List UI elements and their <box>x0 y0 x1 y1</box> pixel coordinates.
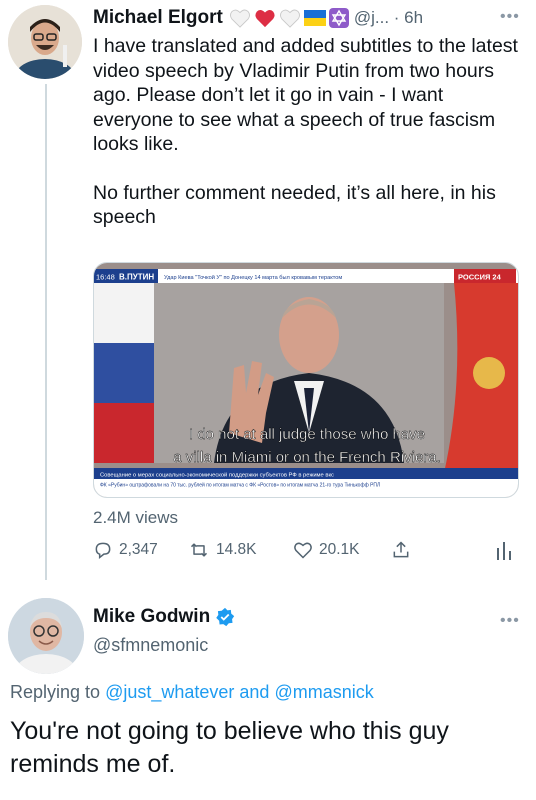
ticker-headline: Удар Киева "Точкой У" по Донецку 14 март… <box>164 274 342 281</box>
video-thumbnail[interactable]: 16:48 В.ПУТИН Удар Киева "Точкой У" по Д… <box>93 262 519 498</box>
retweet-button[interactable]: 14.8K <box>188 540 257 560</box>
more-options-icon[interactable]: ••• <box>500 612 520 630</box>
red-heart-icon <box>255 10 275 28</box>
name-emojis <box>229 8 349 28</box>
tweet-actions-bar: 2,347 14.8K 20.1K <box>93 540 519 562</box>
reply-button[interactable]: 2,347 <box>93 540 158 560</box>
tweet2-handle[interactable]: @sfmnemonic <box>93 635 208 656</box>
view-count: 2.4M views <box>93 508 179 527</box>
replying-prefix: Replying to <box>10 682 101 702</box>
white-heart-icon <box>279 9 300 28</box>
white-heart-icon <box>229 9 250 28</box>
channel-logo: РОССИЯ 24 <box>458 273 502 282</box>
heart-icon <box>294 542 312 559</box>
analytics-icon <box>497 542 511 560</box>
like-button[interactable]: 20.1K <box>293 540 360 560</box>
more-options-icon[interactable]: ••• <box>500 8 520 26</box>
handle-and-time[interactable]: @j... · 6h <box>354 8 423 28</box>
ukraine-flag-icon <box>303 10 326 26</box>
analytics-button[interactable] <box>495 540 513 560</box>
star-of-david-icon <box>328 8 349 28</box>
tweet1-body: I have translated and added subtitles to… <box>93 34 525 254</box>
subtitle-line: I do not at all judge those who have <box>189 426 425 443</box>
replying-to-line: Replying to @just_whatever and @mmasnick <box>10 682 374 703</box>
tweet2-author: Mike Godwin <box>93 606 235 628</box>
tweet1-paragraph: No further comment needed, it’s all here… <box>93 181 496 229</box>
lower-bar-text: Совещание о мерах социально-экономическо… <box>100 472 334 479</box>
reply-count: 2,347 <box>119 541 158 558</box>
tweet1-paragraph: I have translated and added subtitles to… <box>93 35 518 155</box>
retweet-count: 14.8K <box>216 541 257 558</box>
replying-to-links[interactable]: @just_whatever and @mmasnick <box>105 682 374 702</box>
tweet1-header: Michael Elgort @j... · 6h <box>93 6 423 30</box>
ticker-name: В.ПУТИН <box>119 273 154 282</box>
author-name[interactable]: Michael Elgort <box>93 7 223 29</box>
ticker-time: 16:48 <box>96 273 115 282</box>
mike-godwin-avatar[interactable] <box>8 598 84 674</box>
like-count: 20.1K <box>319 541 360 558</box>
author-name[interactable]: Mike Godwin <box>93 606 210 628</box>
thread-connector-line <box>45 84 47 580</box>
verified-badge-icon <box>216 607 235 627</box>
subtitle-line: a villa in Miami or on the French Rivier… <box>173 449 441 466</box>
tweet2-body: You're not going to believe who this guy… <box>10 717 449 778</box>
share-button[interactable] <box>391 540 411 560</box>
share-icon <box>393 541 409 558</box>
crawl-text: ФК «Рубин» оштрафовали на 70 тыс. рублей… <box>100 482 380 489</box>
michael-elgort-avatar[interactable] <box>8 5 82 79</box>
reply-icon <box>95 542 111 560</box>
retweet-icon <box>190 543 208 557</box>
